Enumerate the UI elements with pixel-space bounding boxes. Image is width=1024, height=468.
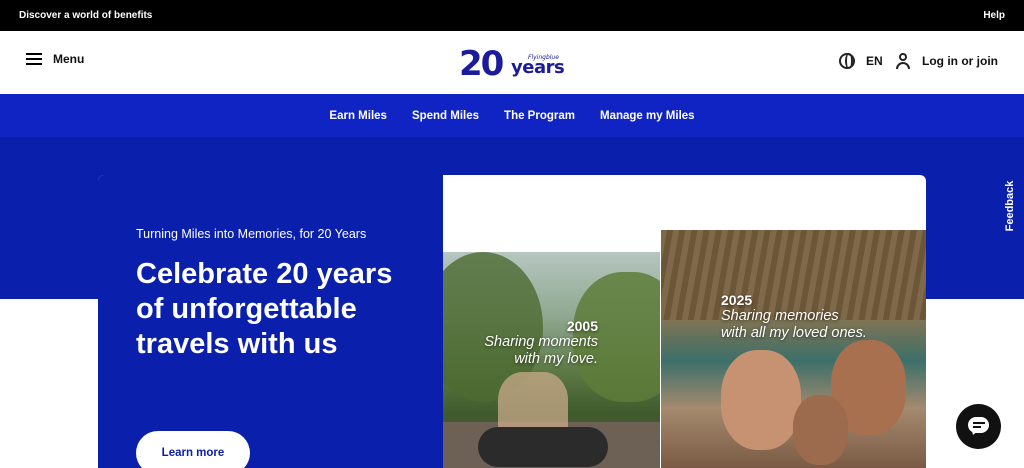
main-nav: Earn Miles Spend Miles The Program Manag… [0, 94, 1024, 137]
nav-spend-miles[interactable]: Spend Miles [412, 110, 479, 122]
globe-icon [839, 53, 855, 69]
menu-label: Menu [53, 52, 85, 66]
hero-card: Turning Miles into Memories, for 20 Year… [98, 175, 926, 468]
benefits-link[interactable]: Discover a world of benefits [19, 10, 152, 21]
hero-kicker: Turning Miles into Memories, for 20 Year… [136, 227, 367, 241]
help-link[interactable]: Help [983, 10, 1005, 21]
caption-year: 2025 [721, 292, 753, 308]
logo-word: years [511, 57, 565, 78]
chat-icon [968, 417, 989, 433]
menu-icon [26, 53, 42, 65]
caption-line: with all my loved ones. [721, 325, 867, 341]
login-label: Log in or join [922, 54, 998, 68]
user-icon [896, 53, 910, 69]
nav-manage-miles[interactable]: Manage my Miles [600, 110, 695, 122]
top-bar: Discover a world of benefits Help [0, 0, 1024, 31]
hero-text-panel: Turning Miles into Memories, for 20 Year… [98, 175, 443, 468]
header: Menu 20 Flyingblue years EN Log in or jo… [0, 31, 1024, 94]
chat-button[interactable] [956, 404, 1001, 449]
language-selector[interactable]: EN [839, 53, 883, 69]
caption-line: with my love. [514, 351, 598, 367]
hero-title: Celebrate 20 years of unforgettable trav… [136, 258, 393, 360]
flying-blue-logo[interactable]: 20 Flyingblue years [459, 45, 565, 85]
feedback-tab[interactable]: Feedback [995, 162, 1024, 249]
nav-earn-miles[interactable]: Earn Miles [329, 110, 387, 122]
photo-2005: 2005 Sharing moments with my love. [443, 252, 660, 468]
photo-2025: 2025 Sharing memories with all my loved … [661, 230, 926, 468]
nav-the-program[interactable]: The Program [504, 110, 575, 122]
caption-line: Sharing memories [721, 308, 839, 324]
login-button[interactable]: Log in or join [896, 53, 998, 69]
logo-number: 20 [459, 44, 504, 84]
menu-button[interactable]: Menu [26, 52, 84, 66]
learn-more-button[interactable]: Learn more [136, 431, 250, 468]
feedback-label: Feedback [1003, 180, 1016, 231]
language-code: EN [866, 54, 883, 68]
caption-line: Sharing moments [484, 334, 598, 350]
caption-year: 2005 [566, 318, 598, 334]
